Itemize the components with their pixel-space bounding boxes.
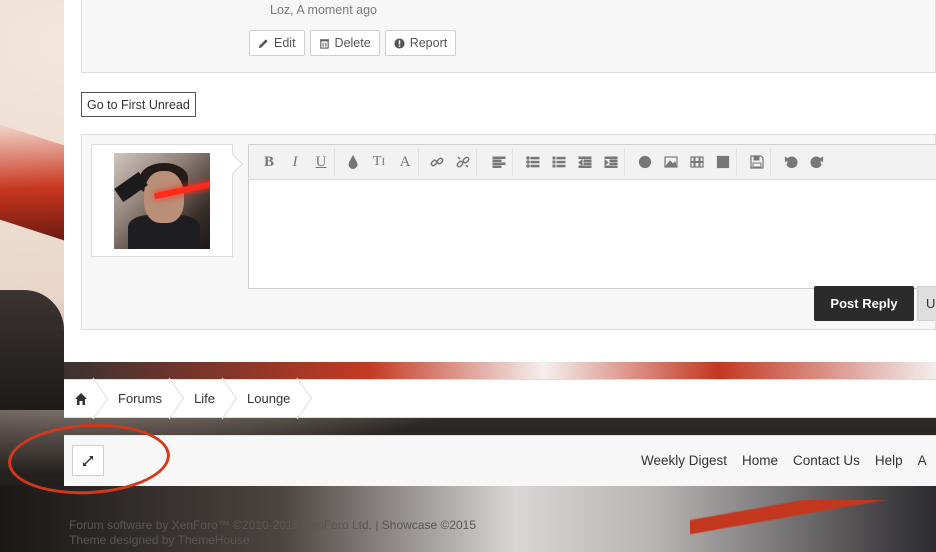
edit-button[interactable]: Edit: [249, 30, 305, 56]
bold-icon[interactable]: B: [256, 149, 282, 175]
background-image-part: [64, 362, 936, 380]
link-icon[interactable]: [424, 149, 450, 175]
unlink-icon[interactable]: [450, 149, 476, 175]
copyright-notice: Forum software by XenForo™ ©2010-2015 Xe…: [69, 518, 476, 548]
numbered-list-icon[interactable]: [546, 149, 572, 175]
post-reply-button[interactable]: Post Reply: [814, 286, 914, 321]
redo-icon[interactable]: [804, 149, 830, 175]
editor-toolbar: B I U TI A: [249, 145, 936, 180]
footer-link-weekly-digest[interactable]: Weekly Digest: [641, 453, 727, 468]
background-image-part: [0, 124, 64, 241]
indent-icon[interactable]: [598, 149, 624, 175]
font-size-icon[interactable]: TI: [366, 149, 392, 175]
save-draft-icon[interactable]: [744, 149, 770, 175]
footer-link-help[interactable]: Help: [875, 453, 903, 468]
image-icon[interactable]: [658, 149, 684, 175]
footer-link-contact-us[interactable]: Contact Us: [793, 453, 860, 468]
media-icon[interactable]: [684, 149, 710, 175]
footer-links: Weekly Digest Home Contact Us Help A: [641, 453, 936, 468]
edit-button-label: Edit: [274, 36, 296, 50]
footer-link-home[interactable]: Home: [742, 453, 778, 468]
undo-icon[interactable]: [778, 149, 804, 175]
theme-credit-line: Theme designed by ThemeHouse: [69, 533, 250, 547]
copyright-line: Forum software by XenForo™ ©2010-2015 Xe…: [69, 518, 477, 532]
align-left-icon[interactable]: [486, 149, 512, 175]
thread-content-card: Loz, A moment ago Edit Delete Report Go …: [64, 0, 936, 362]
background-image-part: [0, 290, 64, 410]
upload-file-button[interactable]: U: [917, 286, 936, 321]
smilie-icon[interactable]: [632, 149, 658, 175]
outdent-icon[interactable]: [572, 149, 598, 175]
text-color-icon[interactable]: [340, 149, 366, 175]
toggle-width-button[interactable]: [72, 445, 104, 476]
breadcrumb-label: Forums: [118, 391, 163, 406]
breadcrumb-label: Life: [194, 391, 216, 406]
font-face-icon[interactable]: A: [392, 149, 418, 175]
reply-editor[interactable]: B I U TI A: [248, 144, 936, 289]
breadcrumb-item-forums[interactable]: Forums: [100, 380, 176, 417]
bullet-list-icon[interactable]: [520, 149, 546, 175]
go-to-first-unread-button[interactable]: Go to First Unread: [81, 92, 196, 117]
footer-link-about[interactable]: A: [918, 453, 927, 468]
insert-icon[interactable]: [710, 149, 736, 175]
underline-icon[interactable]: U: [308, 149, 334, 175]
last-post-block: Loz, A moment ago Edit Delete Report: [81, 0, 936, 73]
quick-reply-block: B I U TI A Post Reply U: [81, 134, 936, 330]
trash-icon: [319, 38, 329, 49]
avatar[interactable]: [114, 153, 210, 249]
report-button-label: Report: [409, 36, 448, 50]
post-actions: Edit Delete Report: [249, 30, 457, 56]
footer-bar: Weekly Digest Home Contact Us Help A: [64, 435, 936, 486]
exclamation-circle-icon: [394, 37, 405, 49]
breadcrumb: Forums Life Lounge: [64, 379, 936, 418]
breadcrumb-item-lounge[interactable]: Lounge: [229, 380, 304, 417]
breadcrumb-label: Lounge: [247, 391, 291, 406]
report-button[interactable]: Report: [384, 30, 457, 56]
delete-button-label: Delete: [334, 36, 371, 50]
italic-icon[interactable]: I: [282, 149, 308, 175]
delete-button[interactable]: Delete: [309, 30, 380, 56]
expand-arrows-icon: [83, 455, 93, 466]
home-icon: [75, 392, 87, 405]
pencil-icon: [258, 38, 268, 48]
breadcrumb-home[interactable]: [64, 380, 100, 417]
background-image-part: [690, 500, 936, 552]
post-meta: Loz, A moment ago: [270, 3, 378, 17]
user-avatar-box: [91, 144, 233, 257]
